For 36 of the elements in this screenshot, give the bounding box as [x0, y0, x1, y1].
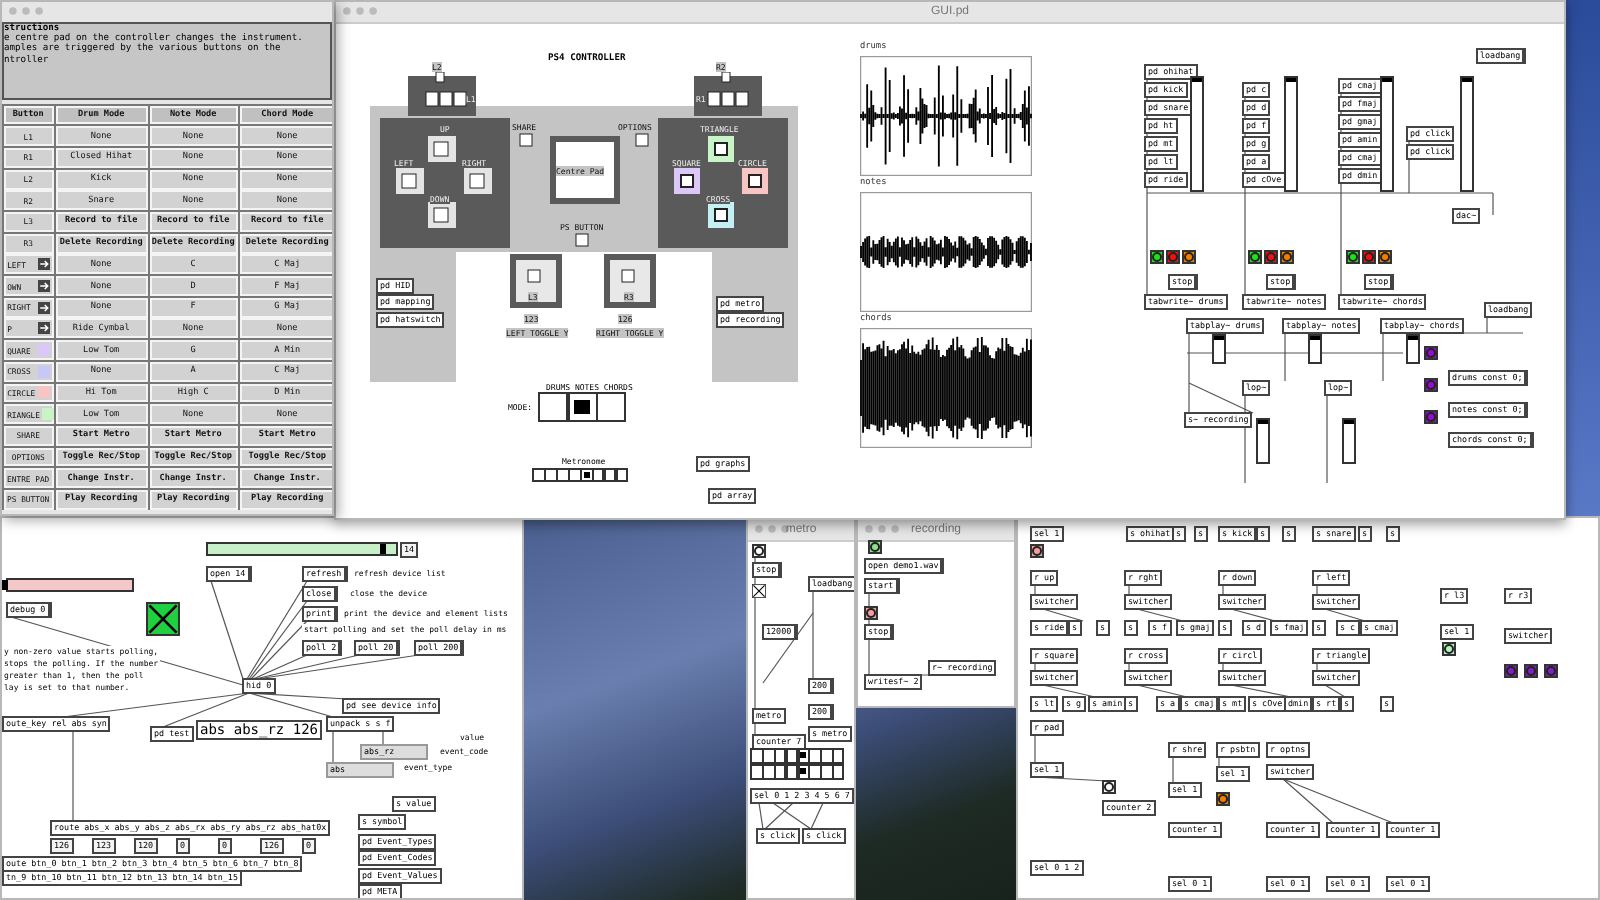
- radio-cell[interactable]: [774, 764, 787, 779]
- vertical-slider[interactable]: [1190, 76, 1204, 192]
- face-button[interactable]: [674, 168, 700, 194]
- face-button[interactable]: [708, 202, 734, 228]
- bang-button[interactable]: [864, 606, 878, 620]
- face-button[interactable]: [742, 168, 768, 194]
- vertical-slider[interactable]: [1284, 76, 1298, 192]
- radio-cell[interactable]: [538, 392, 569, 422]
- vertical-slider[interactable]: [1256, 418, 1270, 464]
- radio-cell[interactable]: [774, 748, 787, 763]
- bang-button[interactable]: [1150, 250, 1164, 264]
- radio-cell[interactable]: [567, 392, 598, 422]
- toggle[interactable]: [146, 602, 180, 636]
- vertical-slider[interactable]: [1460, 76, 1474, 192]
- vertical-slider[interactable]: [1308, 334, 1322, 364]
- horizontal-slider[interactable]: [206, 542, 398, 556]
- bang-button[interactable]: [1030, 544, 1044, 558]
- vertical-slider[interactable]: [1342, 418, 1356, 464]
- horizontal-slider[interactable]: [6, 578, 134, 592]
- bang-button[interactable]: [1182, 250, 1196, 264]
- radio-cell[interactable]: [596, 392, 627, 422]
- face-button[interactable]: [708, 136, 734, 162]
- vertical-slider[interactable]: [1212, 334, 1226, 364]
- bang-button[interactable]: [1346, 250, 1360, 264]
- bang-button[interactable]: [1248, 250, 1262, 264]
- bang-button[interactable]: [868, 540, 882, 554]
- bang-button[interactable]: [1442, 642, 1456, 656]
- bang-button[interactable]: [1216, 792, 1230, 806]
- vertical-slider[interactable]: [1380, 76, 1394, 192]
- bang-button[interactable]: [1280, 250, 1294, 264]
- toggle[interactable]: [752, 584, 766, 598]
- bang-button[interactable]: [1378, 250, 1392, 264]
- bang-button[interactable]: [1102, 780, 1116, 794]
- vertical-slider[interactable]: [1406, 334, 1420, 364]
- bang-button[interactable]: [752, 544, 766, 558]
- window-controls-icon[interactable]: [754, 524, 790, 534]
